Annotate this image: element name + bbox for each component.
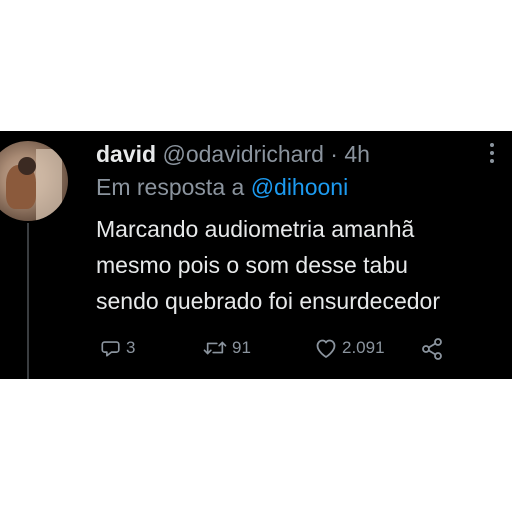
user-handle[interactable]: @odavidrichard [162,141,323,167]
reply-button[interactable]: 3 [100,337,135,359]
share-button[interactable] [420,337,444,361]
action-bar: 3 91 2.091 [0,337,512,367]
retweet-count: 91 [232,338,251,357]
separator-dot: · [330,141,338,167]
reply-count: 3 [126,338,136,357]
tweet-text-line: sendo quebrado foi ensurdecedor [96,288,440,314]
like-icon [316,339,336,358]
timestamp[interactable]: 4h [344,141,370,167]
display-name[interactable]: david [96,141,156,167]
reply-prefix: Em resposta a [96,174,245,200]
reply-mention[interactable]: @dihooni [251,174,349,200]
tweet-header: david @odavidrichard · 4h [96,141,370,168]
more-icon[interactable] [489,143,495,167]
tweet-card[interactable]: david @odavidrichard · 4h Em resposta a … [0,131,512,379]
like-button[interactable]: 2.091 [314,337,385,359]
retweet-button[interactable]: 91 [202,337,251,359]
avatar[interactable] [0,141,68,221]
reply-context: Em resposta a @dihooni [96,174,348,201]
tweet-text: Marcando audiometria amanhã mesmo pois o… [96,211,506,319]
tweet-text-line: Marcando audiometria amanhã [96,216,415,242]
like-count: 2.091 [342,338,385,357]
reply-icon [101,341,120,357]
tweet-text-line: mesmo pois o som desse tabu [96,252,408,278]
retweet-icon [203,341,227,355]
share-icon [422,338,442,360]
